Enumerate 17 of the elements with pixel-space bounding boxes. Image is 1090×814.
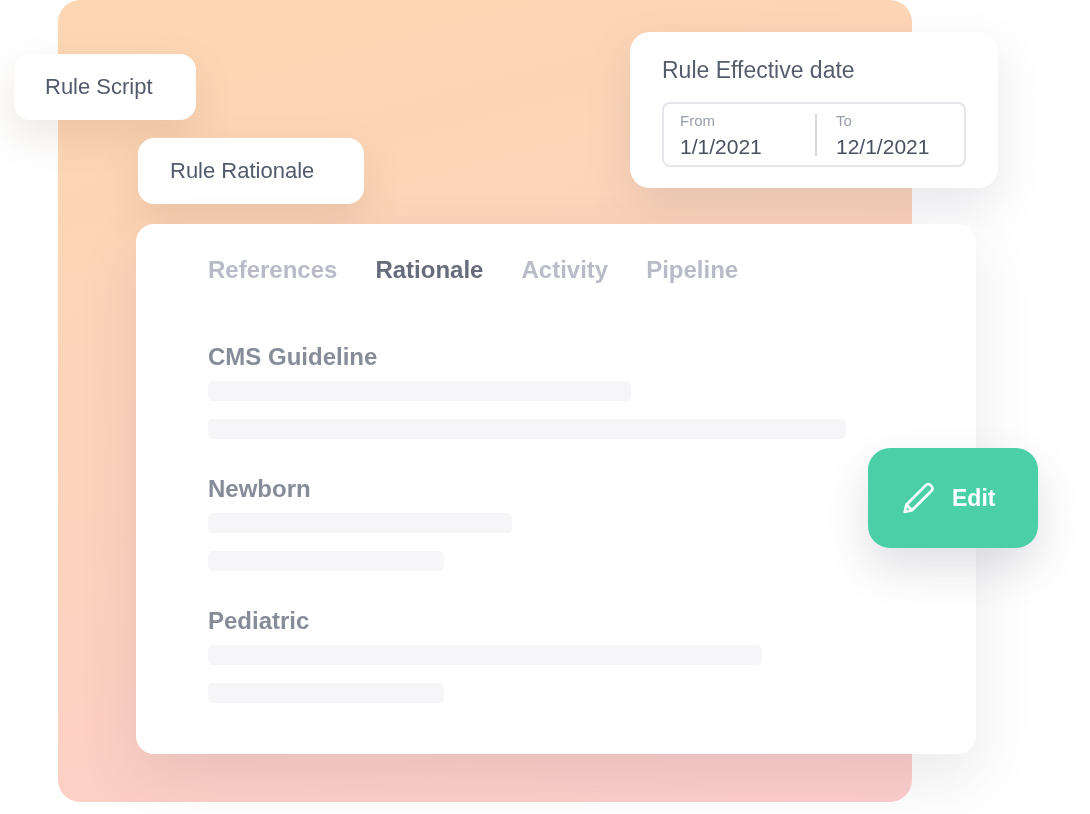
section-heading: CMS Guideline [208,343,378,371]
date-value: 1/1/2021 [680,135,762,159]
card-title: Rule Effective date [662,56,856,84]
tab[interactable]: Pipeline [646,256,739,284]
section-heading: Pediatric [208,607,310,635]
tab[interactable]: Activity [521,256,609,284]
tab[interactable]: Rationale [375,256,484,284]
field-label: From [680,112,715,130]
tab[interactable]: References [208,256,338,284]
label-card: Rule Script [14,54,196,120]
pencil-icon [903,482,935,514]
date-range-field[interactable]: From 1/1/2021 To 12/1/2021 [662,102,966,167]
edit-button[interactable]: Edit [868,448,1038,548]
label-card: Rule Rationale [138,138,364,204]
date-value: 12/1/2021 [836,135,930,159]
field-label: To [836,112,852,130]
section-heading: Newborn [208,475,311,503]
